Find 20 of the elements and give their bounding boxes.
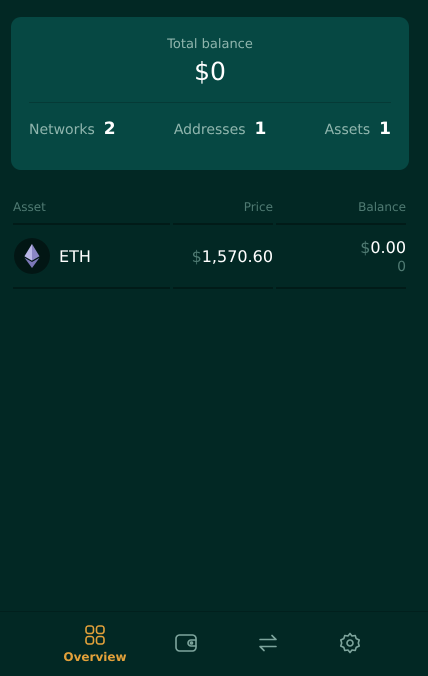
stat-value: 1 [254, 119, 266, 139]
grid-icon [83, 622, 107, 646]
stat-value: 1 [379, 119, 391, 139]
settings-icon [338, 631, 362, 655]
total-balance-label: Total balance [167, 37, 253, 52]
ethereum-icon [14, 238, 50, 274]
nav-tab[interactable]: Overview [64, 612, 126, 674]
wallet-icon [174, 631, 198, 655]
stat-label: Networks [29, 122, 95, 138]
asset-name: ETH [59, 246, 91, 266]
column-header: Asset [13, 200, 170, 225]
stat-label: Addresses [174, 122, 246, 138]
stat-value: 2 [104, 119, 116, 139]
price-cell: $1,570.60 [192, 246, 273, 266]
balance-quantity: 0 [397, 258, 406, 274]
balance-value: $0.00 [360, 238, 406, 256]
stat-label: Assets [324, 122, 370, 138]
total-balance-amount: $0 [194, 57, 226, 86]
column-header: Price [173, 200, 273, 225]
column-header: Balance [276, 200, 406, 225]
